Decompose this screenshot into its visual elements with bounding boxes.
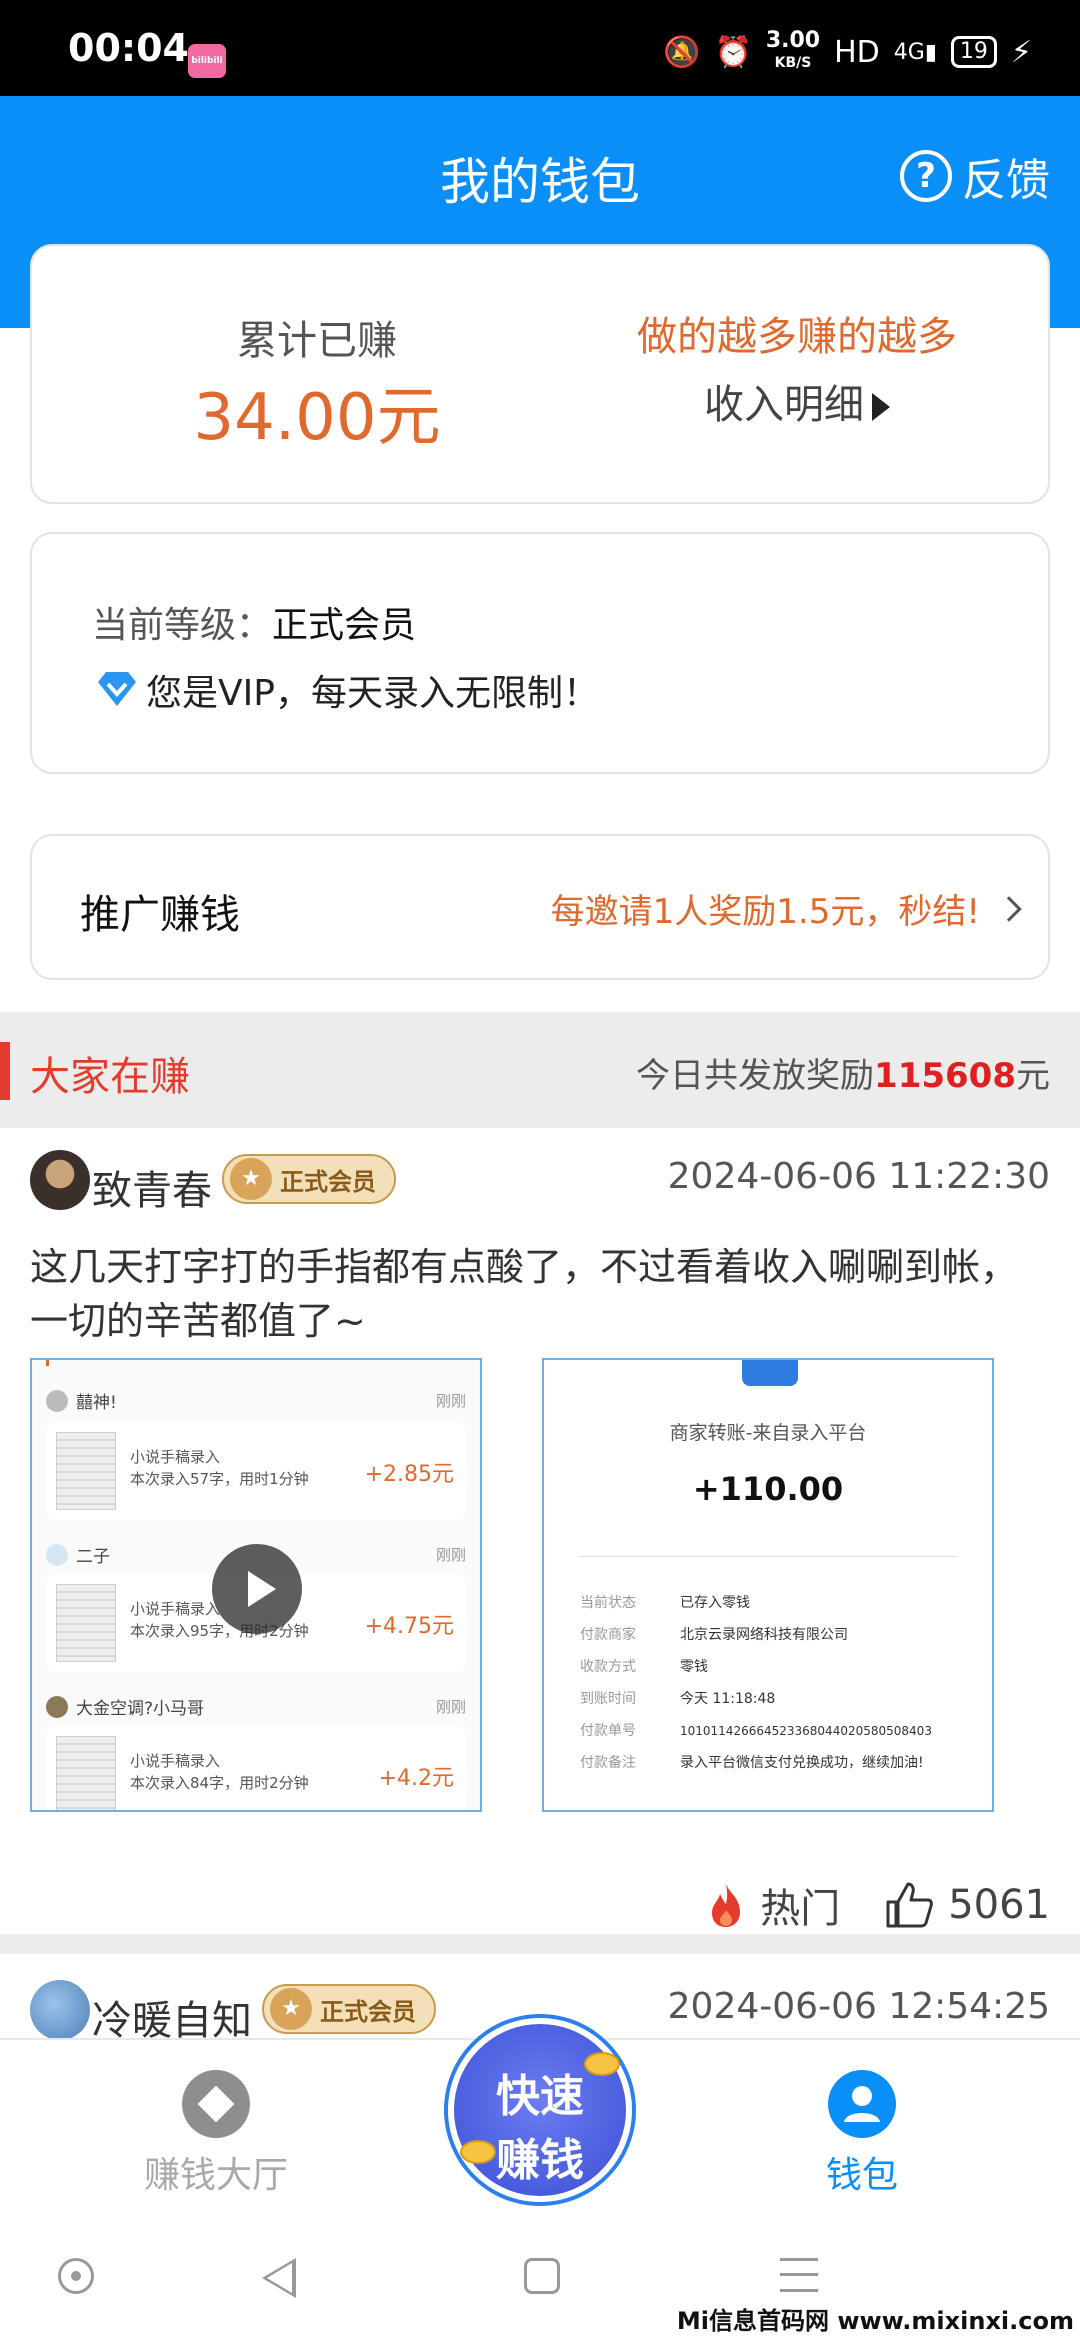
avatar bbox=[46, 1695, 68, 1718]
recents-icon[interactable] bbox=[524, 2258, 560, 2294]
transfer-icon bbox=[742, 1360, 798, 1386]
feedback-button[interactable]: ? 反馈 bbox=[900, 144, 1050, 208]
bilibili-icon: bilibili bbox=[188, 44, 226, 78]
feedback-label: 反馈 bbox=[962, 155, 1050, 206]
status-time: 00:04 bbox=[68, 26, 189, 70]
like-count: 5061 bbox=[948, 1882, 1050, 1928]
income-detail-link[interactable]: 收入明细 bbox=[572, 372, 1022, 430]
section-title: 大家在赚 bbox=[30, 1054, 190, 1100]
list-item: 小说手稿录入 本次录入57字，用时1分钟 +2.85元 bbox=[46, 1422, 466, 1520]
menu-icon[interactable] bbox=[780, 2258, 818, 2292]
charging-icon: ⚡ bbox=[1010, 34, 1032, 70]
level-value: 正式会员 bbox=[272, 605, 417, 646]
member-badge: ★ 正式会员 bbox=[262, 1984, 436, 2034]
mute-icon: 🔕 bbox=[663, 34, 701, 70]
tab-wallet[interactable]: 钱包 bbox=[752, 2070, 972, 2198]
system-nav-bar: Mi信息首码网 www.mixinxi.com bbox=[0, 2210, 1080, 2340]
triangle-right-icon bbox=[872, 393, 890, 421]
post-timestamp: 2024-06-06 11:22:30 bbox=[667, 1156, 1050, 1197]
status-bar: 00:04 bilibili 🔕 ⏰ 3.00 KB/S HD 4G▮ 19 ⚡ bbox=[0, 0, 1080, 96]
member-badge: ★ 正式会员 bbox=[222, 1154, 396, 1204]
tab-earning-hall[interactable]: 赚钱大厅 bbox=[106, 2070, 326, 2198]
home-circle-icon[interactable] bbox=[58, 2258, 94, 2294]
post-timestamp: 2024-06-06 12:54:25 bbox=[667, 1986, 1050, 2027]
alarm-icon: ⏰ bbox=[714, 34, 752, 70]
post-image-video[interactable]: 囍神! 刚刚 小说手稿录入 本次录入57字，用时1分钟 +2.85元 二子 刚刚… bbox=[30, 1358, 482, 1812]
thumbs-up-icon[interactable] bbox=[884, 1880, 934, 1930]
back-icon[interactable] bbox=[262, 2258, 296, 2298]
user-icon bbox=[828, 2070, 896, 2138]
total-earned-amount: 34.00元 bbox=[193, 381, 441, 455]
fire-icon bbox=[712, 1884, 741, 1927]
coin-icon bbox=[584, 2052, 620, 2076]
quick-earn-button[interactable]: 快速 赚钱 bbox=[448, 2018, 632, 2202]
play-icon[interactable] bbox=[212, 1544, 302, 1634]
promotion-card[interactable]: 推广赚钱 每邀请1人奖励1.5元，秒结! bbox=[30, 834, 1050, 980]
avatar bbox=[46, 1543, 68, 1566]
question-icon: ? bbox=[900, 150, 952, 202]
post-image-receipt[interactable]: 商家转账-来自录入平台 +110.00 当前状态 已存入零钱 付款商家 北京云录网络… bbox=[542, 1358, 994, 1812]
network-speed: 3.00 KB/S bbox=[765, 28, 821, 72]
post-divider bbox=[0, 1934, 1080, 1954]
watermark: Mi信息首码网 www.mixinxi.com bbox=[676, 2307, 1074, 2335]
daily-reward-total: 今日共发放奖励115608元 bbox=[636, 1056, 1050, 1096]
hall-icon bbox=[182, 2070, 250, 2138]
list-item: 小说手稿录入 本次录入84字，用时2分钟 +4.2元 bbox=[46, 1726, 466, 1810]
earnings-slogan: 做的越多赚的越多 bbox=[637, 314, 957, 360]
post-text: 这几天打字打的手指都有点酸了，不过看着收入唰唰到帐，一切的辛苦都值了~ bbox=[30, 1245, 1019, 1343]
hd-indicator: HD bbox=[834, 34, 880, 70]
hot-label: 热门 bbox=[760, 1886, 841, 1932]
avatar[interactable] bbox=[30, 1980, 90, 2040]
level-row: 当前等级：正式会员 bbox=[92, 605, 417, 646]
chevron-right-icon bbox=[996, 895, 1022, 922]
post-username[interactable]: 致青春 bbox=[92, 1158, 212, 1216]
medal-icon: ★ bbox=[230, 1158, 272, 1200]
vip-text: 您是VIP，每天录入无限制！ bbox=[146, 673, 599, 714]
signal-icon: 4G▮ bbox=[893, 39, 937, 65]
avatar[interactable] bbox=[30, 1150, 90, 1210]
coin-icon bbox=[460, 2140, 496, 2164]
vip-row: 您是VIP，每天录入无限制！ bbox=[94, 664, 599, 716]
diamond-icon bbox=[98, 672, 136, 706]
medal-icon: ★ bbox=[270, 1988, 312, 2030]
membership-card: 当前等级：正式会员 您是VIP，每天录入无限制！ bbox=[30, 532, 1050, 774]
total-earned-label: 累计已赚 bbox=[237, 318, 397, 364]
everyone-earning-header: 大家在赚 今日共发放奖励115608元 bbox=[0, 1012, 1080, 1128]
avatar bbox=[46, 1389, 68, 1412]
battery-icon: 19 bbox=[950, 36, 997, 68]
promotion-reward: 每邀请1人奖励1.5元，秒结! bbox=[551, 884, 1022, 933]
status-icons: 🔕 ⏰ 3.00 KB/S HD 4G▮ 19 ⚡ bbox=[663, 30, 1032, 74]
post-actions: 热门 5061 bbox=[706, 1876, 1050, 1934]
promotion-label: 推广赚钱 bbox=[80, 892, 240, 938]
earnings-card: 累计已赚 34.00元 做的越多赚的越多 收入明细 bbox=[30, 244, 1050, 504]
section-accent bbox=[0, 1042, 10, 1100]
